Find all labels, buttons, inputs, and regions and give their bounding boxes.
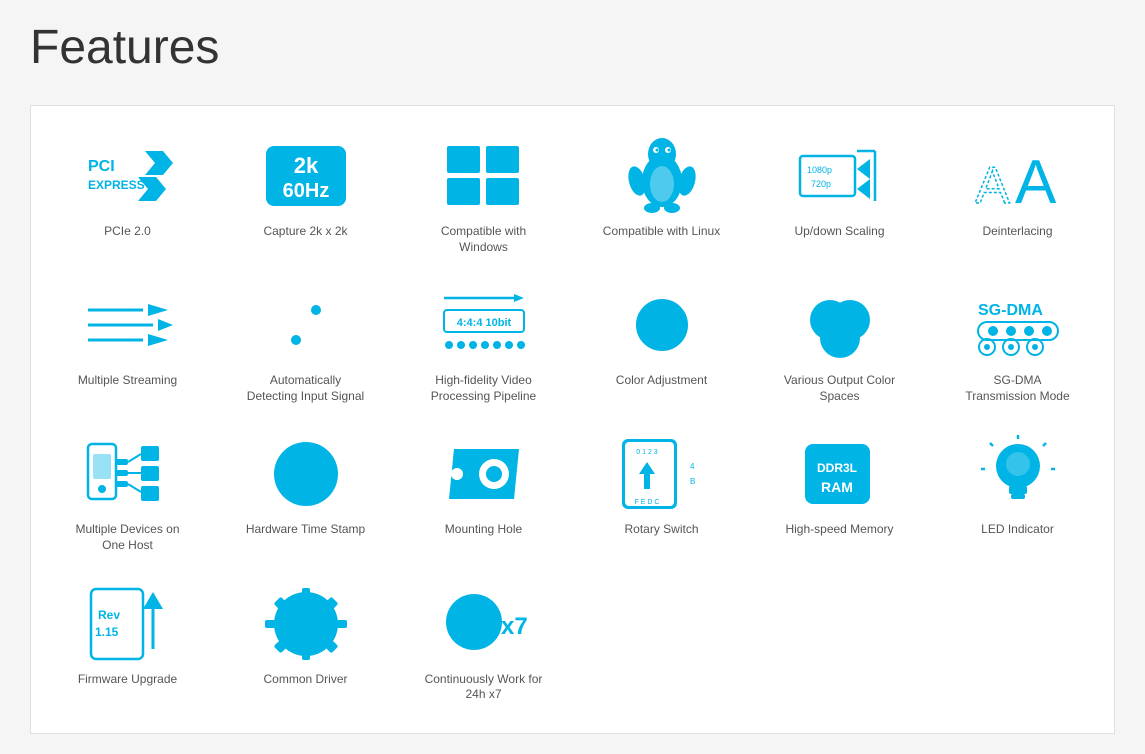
autodetect-icon: [261, 285, 351, 365]
svg-text:Rev: Rev: [98, 608, 120, 622]
timestamp-icon: 0:00: [261, 434, 351, 514]
feature-sgdma: SG-DMA SG-DMA Transmission Mode: [931, 275, 1104, 414]
sgdma-icon: SG-DMA: [973, 285, 1063, 365]
feature-label-coloradj: Color Adjustment: [616, 373, 707, 389]
feature-autodetect: Automatically Detecting Input Signal: [219, 275, 392, 414]
svg-text:1080p: 1080p: [807, 165, 832, 175]
pcie-icon: PCI EXPRESS: [83, 136, 173, 216]
streaming-icon: [83, 285, 173, 365]
svg-text:720p: 720p: [811, 179, 831, 189]
capture2k-icon: 2k 60Hz: [261, 136, 351, 216]
mounting-icon: [439, 434, 529, 514]
feature-24h: x7 Continuously Work for 24h x7: [397, 574, 570, 713]
svg-text:1.15: 1.15: [95, 625, 119, 639]
feature-label-firmware: Firmware Upgrade: [78, 672, 177, 688]
deinterlacing-icon: A A: [973, 136, 1063, 216]
svg-text:x7: x7: [501, 613, 528, 640]
features-grid: PCI EXPRESS PCIe 2.0 2k 60Hz Capture 2k …: [30, 105, 1115, 734]
feature-timestamp: 0:00 Hardware Time Stamp: [219, 424, 392, 563]
svg-text:0:00: 0:00: [290, 469, 321, 486]
feature-deinterlacing: A A Deinterlacing: [931, 126, 1104, 265]
svg-text:0 1 2 3: 0 1 2 3: [636, 449, 658, 456]
feature-led: LED Indicator: [931, 424, 1104, 563]
rotary-icon: 0 1 2 3 F E D C 4 B: [617, 434, 707, 514]
24h-icon: x7: [439, 584, 529, 664]
feature-rotary: 0 1 2 3 F E D C 4 B Rotary Switch: [575, 424, 748, 563]
feature-label-pipeline: High-fidelity Video Processing Pipeline: [424, 373, 544, 404]
svg-text:EXPRESS: EXPRESS: [88, 178, 145, 192]
feature-windows: Compatible with Windows: [397, 126, 570, 265]
feature-label-timestamp: Hardware Time Stamp: [246, 522, 365, 538]
feature-label-memory: High-speed Memory: [785, 522, 893, 538]
feature-driver: Common Driver: [219, 574, 392, 713]
feature-label-windows: Compatible with Windows: [424, 224, 544, 255]
feature-label-colorspaces: Various Output Color Spaces: [780, 373, 900, 404]
page-title: Features: [30, 20, 1115, 75]
empty-cell-1: [575, 574, 748, 713]
svg-text:60Hz: 60Hz: [282, 180, 329, 202]
windows-icon: [439, 136, 529, 216]
feature-label-pcie: PCIe 2.0: [104, 224, 151, 240]
feature-label-rotary: Rotary Switch: [624, 522, 698, 538]
feature-mounting: Mounting Hole: [397, 424, 570, 563]
feature-streaming: Multiple Streaming: [41, 275, 214, 414]
feature-coloradj: Color Adjustment: [575, 275, 748, 414]
svg-text:PCI: PCI: [88, 158, 115, 175]
feature-multidevice: Multiple Devices on One Host: [41, 424, 214, 563]
svg-text:B: B: [690, 477, 695, 486]
svg-text:F E D C: F E D C: [634, 499, 659, 506]
feature-label-linux: Compatible with Linux: [603, 224, 720, 240]
feature-linux: Compatible with Linux: [575, 126, 748, 265]
feature-memory: DDR3L RAM High-speed Memory: [753, 424, 926, 563]
svg-text:4: 4: [690, 462, 695, 471]
empty-cell-2: [753, 574, 926, 713]
feature-scaling: 1080p 720p Up/down Scaling: [753, 126, 926, 265]
feature-label-scaling: Up/down Scaling: [794, 224, 884, 240]
feature-pipeline: 4:4:4 10bit High-fidelity Video Processi…: [397, 275, 570, 414]
svg-text:RAM: RAM: [821, 479, 853, 495]
feature-label-capture2k: Capture 2k x 2k: [263, 224, 347, 240]
feature-label-sgdma: SG-DMA Transmission Mode: [958, 373, 1078, 404]
multidevice-icon: [83, 434, 173, 514]
feature-label-mounting: Mounting Hole: [445, 522, 522, 538]
led-icon: [973, 434, 1063, 514]
feature-label-autodetect: Automatically Detecting Input Signal: [246, 373, 366, 404]
svg-text:SG-DMA: SG-DMA: [978, 302, 1043, 319]
linux-icon: [617, 136, 707, 216]
svg-text:A: A: [975, 157, 1010, 211]
svg-text:DDR3L: DDR3L: [816, 461, 856, 475]
colorspaces-icon: [795, 285, 885, 365]
svg-text:2k: 2k: [293, 153, 318, 178]
feature-label-24h: Continuously Work for 24h x7: [424, 672, 544, 703]
driver-icon: [261, 584, 351, 664]
svg-text:A: A: [1015, 148, 1057, 211]
scaling-icon: 1080p 720p: [795, 136, 885, 216]
feature-label-streaming: Multiple Streaming: [78, 373, 177, 389]
feature-colorspaces: Various Output Color Spaces: [753, 275, 926, 414]
empty-cell-3: [931, 574, 1104, 713]
feature-pcie: PCI EXPRESS PCIe 2.0: [41, 126, 214, 265]
memory-icon: DDR3L RAM: [795, 434, 885, 514]
svg-text:4:4:4 10bit: 4:4:4 10bit: [456, 317, 511, 329]
coloradj-icon: [617, 285, 707, 365]
feature-capture2k: 2k 60Hz Capture 2k x 2k: [219, 126, 392, 265]
feature-firmware: Rev 1.15 Firmware Upgrade: [41, 574, 214, 713]
feature-label-deinterlacing: Deinterlacing: [982, 224, 1052, 240]
feature-label-driver: Common Driver: [263, 672, 347, 688]
pipeline-icon: 4:4:4 10bit: [439, 285, 529, 365]
firmware-icon: Rev 1.15: [83, 584, 173, 664]
feature-label-multidevice: Multiple Devices on One Host: [68, 522, 188, 553]
feature-label-led: LED Indicator: [981, 522, 1054, 538]
